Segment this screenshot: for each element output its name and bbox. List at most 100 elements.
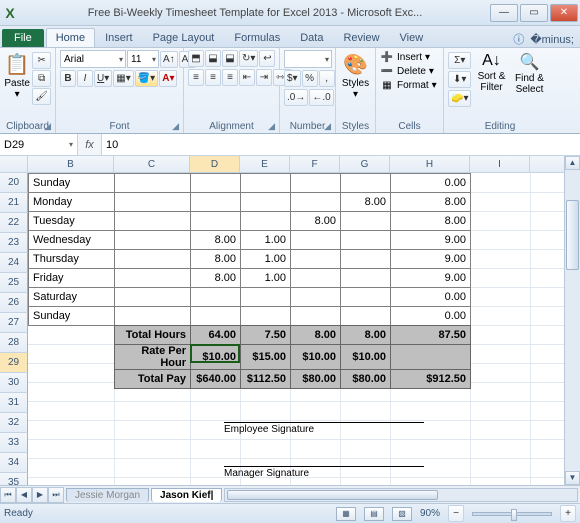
align-bottom-button[interactable]: ⬓ xyxy=(222,50,238,67)
align-top-button[interactable]: ⬒ xyxy=(188,50,204,67)
formula-input[interactable]: 10 xyxy=(102,134,580,155)
sheet-tab-bar: ⏮ ◀ ▶ ⏭ Jessie Morgan Jason Kief| xyxy=(0,485,580,503)
row-header-30[interactable]: 30 xyxy=(0,373,28,393)
row-header-26[interactable]: 26 xyxy=(0,293,28,313)
increase-decimal-button[interactable]: .0→ xyxy=(284,89,308,106)
align-left-button[interactable]: ≡ xyxy=(188,69,204,86)
tab-page-layout[interactable]: Page Layout xyxy=(143,28,225,47)
normal-view-button[interactable]: ▦ xyxy=(336,507,356,521)
sheet-tab-2[interactable]: Jason Kief| xyxy=(151,488,222,502)
sheet-nav-prev[interactable]: ◀ xyxy=(16,487,32,503)
scroll-up-button[interactable]: ▲ xyxy=(565,156,580,170)
row-header-35[interactable]: 35 xyxy=(0,473,28,485)
horizontal-scrollbar[interactable] xyxy=(224,488,578,502)
find-select-button[interactable]: 🔍 Find & Select xyxy=(511,50,547,95)
font-name-combo[interactable]: Arial xyxy=(60,50,126,68)
orientation-button[interactable]: ↻▾ xyxy=(239,50,258,67)
page-layout-view-button[interactable]: ▤ xyxy=(364,507,384,521)
paste-button[interactable]: 📋 Paste▾ xyxy=(4,50,30,100)
tab-home[interactable]: Home xyxy=(46,28,95,47)
zoom-slider[interactable] xyxy=(472,512,552,516)
help-icon[interactable]: ⓘ xyxy=(513,31,524,47)
italic-button[interactable]: I xyxy=(77,70,93,87)
col-header-h[interactable]: H xyxy=(390,156,470,172)
sheet-nav-next[interactable]: ▶ xyxy=(32,487,48,503)
row-header-33[interactable]: 33 xyxy=(0,433,28,453)
col-header-c[interactable]: C xyxy=(114,156,190,172)
cut-button[interactable]: ✂ xyxy=(32,52,51,69)
tab-review[interactable]: Review xyxy=(333,28,389,47)
format-painter-button[interactable]: 🖌 xyxy=(32,88,51,105)
tab-formulas[interactable]: Formulas xyxy=(224,28,290,47)
row-header-21[interactable]: 21 xyxy=(0,193,28,213)
col-header-f[interactable]: F xyxy=(290,156,340,172)
cell-styles-button[interactable]: 🎨 Styles▾ xyxy=(340,50,371,100)
insert-cells-button[interactable]: ➕Insert ▾ xyxy=(380,52,437,63)
row-header-29[interactable]: 29 xyxy=(0,353,28,373)
wrap-text-button[interactable]: ↩ xyxy=(259,50,275,67)
align-middle-button[interactable]: ⬓ xyxy=(205,50,221,67)
col-header-i[interactable]: I xyxy=(470,156,530,172)
zoom-in-button[interactable]: + xyxy=(560,505,576,522)
zoom-out-button[interactable]: − xyxy=(448,505,464,522)
close-button[interactable]: ✕ xyxy=(550,4,578,22)
vertical-scrollbar[interactable]: ▲ ▼ xyxy=(564,156,580,485)
clear-button[interactable]: 🧽▾ xyxy=(448,90,471,107)
sheet-nav-first[interactable]: ⏮ xyxy=(0,487,16,503)
number-format-combo[interactable] xyxy=(284,50,332,68)
format-cells-button[interactable]: ▦Format ▾ xyxy=(380,80,437,91)
accounting-format-button[interactable]: $▾ xyxy=(284,70,301,87)
sort-filter-button[interactable]: A↓ Sort & Filter xyxy=(473,50,509,93)
underline-button[interactable]: U▾ xyxy=(94,70,112,87)
row-header-20[interactable]: 20 xyxy=(0,173,28,193)
tab-data[interactable]: Data xyxy=(290,28,333,47)
comma-format-button[interactable]: , xyxy=(319,70,335,87)
sheet-tab-1[interactable]: Jessie Morgan xyxy=(66,488,149,502)
delete-cells-button[interactable]: ➖Delete ▾ xyxy=(380,66,437,77)
decrease-decimal-button[interactable]: ←.0 xyxy=(309,89,333,106)
row-header-34[interactable]: 34 xyxy=(0,453,28,473)
align-center-button[interactable]: ≡ xyxy=(205,69,221,86)
tab-view[interactable]: View xyxy=(390,28,434,47)
fill-button[interactable]: ⬇▾ xyxy=(448,71,471,88)
scroll-down-button[interactable]: ▼ xyxy=(565,471,580,485)
col-header-g[interactable]: G xyxy=(340,156,390,172)
autosum-button[interactable]: Σ▾ xyxy=(448,52,471,69)
name-box[interactable]: D29 xyxy=(0,134,78,155)
bold-button[interactable]: B xyxy=(60,70,76,87)
decrease-indent-button[interactable]: ⇤ xyxy=(239,69,255,86)
worksheet-grid[interactable]: B C D E F G H I 202122232425262728293031… xyxy=(0,156,580,485)
font-color-button[interactable]: A▾ xyxy=(159,70,177,87)
minimize-button[interactable]: — xyxy=(490,4,518,22)
row-header-23[interactable]: 23 xyxy=(0,233,28,253)
fill-color-button[interactable]: 🪣▾ xyxy=(135,70,158,87)
sheet-nav-last[interactable]: ⏭ xyxy=(48,487,64,503)
row-header-32[interactable]: 32 xyxy=(0,413,28,433)
percent-format-button[interactable]: % xyxy=(302,70,318,87)
row-header-28[interactable]: 28 xyxy=(0,333,28,353)
row-header-24[interactable]: 24 xyxy=(0,253,28,273)
tab-insert[interactable]: Insert xyxy=(95,28,143,47)
delete-icon: ➖ xyxy=(380,66,394,77)
grow-font-button[interactable]: A↑ xyxy=(160,51,178,68)
border-button[interactable]: ▦▾ xyxy=(113,70,133,87)
copy-button[interactable]: ⧉ xyxy=(32,70,51,87)
increase-indent-button[interactable]: ⇥ xyxy=(256,69,272,86)
hscroll-thumb[interactable] xyxy=(227,490,438,500)
row-header-25[interactable]: 25 xyxy=(0,273,28,293)
row-header-31[interactable]: 31 xyxy=(0,393,28,413)
fx-icon[interactable]: fx xyxy=(78,134,102,155)
row-header-22[interactable]: 22 xyxy=(0,213,28,233)
vscroll-thumb[interactable] xyxy=(566,200,579,270)
align-right-button[interactable]: ≡ xyxy=(222,69,238,86)
page-break-view-button[interactable]: ▧ xyxy=(392,507,412,521)
minimize-ribbon-icon[interactable]: �minus; xyxy=(530,33,574,46)
font-size-combo[interactable]: 11 xyxy=(127,50,159,68)
col-header-d[interactable]: D xyxy=(190,156,240,172)
zoom-level[interactable]: 90% xyxy=(420,508,440,519)
col-header-b[interactable]: B xyxy=(28,156,114,172)
row-header-27[interactable]: 27 xyxy=(0,313,28,333)
tab-file[interactable]: File xyxy=(2,29,44,47)
maximize-button[interactable]: ▭ xyxy=(520,4,548,22)
col-header-e[interactable]: E xyxy=(240,156,290,172)
